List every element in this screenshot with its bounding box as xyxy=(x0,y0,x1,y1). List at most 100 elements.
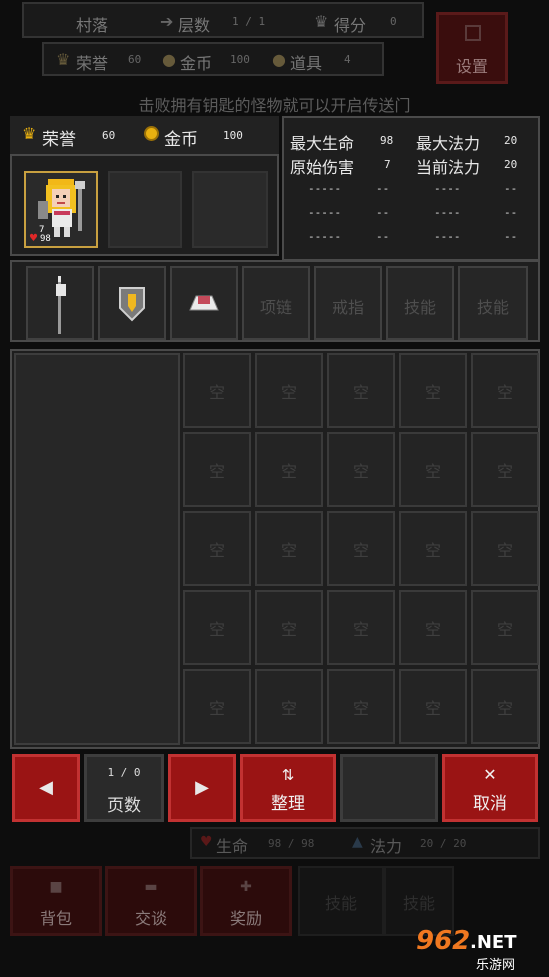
max-hp-label: 最大生命 xyxy=(290,134,355,153)
inventory-slot[interactable]: 空 xyxy=(255,511,323,586)
sort-button[interactable]: ⇅ 整理 xyxy=(240,754,336,822)
bottom-mp-value: 20 / 20 xyxy=(420,837,467,850)
necklace-slot[interactable]: 项链 xyxy=(242,266,310,340)
inventory-slot[interactable]: 空 xyxy=(255,590,323,665)
inventory-slot[interactable]: 空 xyxy=(183,669,251,744)
talk-label: 交谈 xyxy=(134,909,167,928)
watermark-logo: 962 .NET 乐游网 xyxy=(416,926,544,973)
empty-stat-5: ----- xyxy=(308,230,342,243)
inventory-slot[interactable]: 空 xyxy=(255,353,323,428)
cur-mp-label: 当前法力 xyxy=(416,158,481,177)
dim-skill-a[interactable]: 技能 xyxy=(298,866,384,936)
inventory-slot[interactable]: 空 xyxy=(471,353,539,428)
inventory-slot[interactable]: 空 xyxy=(399,590,467,665)
shield-slot[interactable] xyxy=(98,266,166,340)
empty-stat-6: ---- xyxy=(434,230,461,243)
skill1-label: 技能 xyxy=(403,298,436,317)
empty-stat-1: ----- xyxy=(308,182,342,195)
score-value: 0 xyxy=(390,15,397,28)
inventory-slot[interactable]: 空 xyxy=(183,511,251,586)
inventory-slot-label: 空 xyxy=(424,382,441,402)
necklace-label: 项链 xyxy=(259,298,292,317)
inventory-slot-label: 空 xyxy=(496,382,513,402)
heart-icon: ♥ xyxy=(29,233,38,244)
skill-slot-1[interactable]: 技能 xyxy=(386,266,454,340)
hero-honor-value: 60 xyxy=(102,129,116,142)
inventory-slot[interactable]: 空 xyxy=(471,432,539,507)
inventory-slot[interactable]: 空 xyxy=(255,669,323,744)
ring-slot[interactable]: 戒指 xyxy=(314,266,382,340)
armor-slot[interactable] xyxy=(170,266,238,340)
inventory-slot[interactable]: 空 xyxy=(471,511,539,586)
inventory-slot[interactable]: 空 xyxy=(399,432,467,507)
next-page-button[interactable]: ▶ xyxy=(168,754,236,822)
empty-stat-2: ---- xyxy=(434,182,461,195)
weapon-slot[interactable] xyxy=(26,266,94,340)
hero-gold-value: 100 xyxy=(223,129,243,142)
inventory-slot-label: 空 xyxy=(496,461,513,481)
inventory-slot[interactable]: 空 xyxy=(327,590,395,665)
floor-label: 层数 xyxy=(178,16,211,35)
crown-icon: ♛ xyxy=(56,50,71,69)
inventory-grid: 空空空空空空空空空空空空空空空空空空空空空空空空空 xyxy=(183,353,539,745)
max-mp-value: 20 xyxy=(504,134,518,147)
hint-text: 击败拥有钥匙的怪物就可以开启传送门 xyxy=(138,96,411,115)
bag-icon: ■ xyxy=(49,879,63,895)
cur-mp-value: 20 xyxy=(504,158,518,171)
bag-button[interactable]: ■ 背包 xyxy=(10,866,102,936)
settings-button[interactable]: 设置 xyxy=(436,12,508,84)
bottom-hp-label: 生命 xyxy=(216,837,249,856)
prev-arrow-icon: ◀ xyxy=(39,777,53,798)
base-dmg-value: 7 xyxy=(384,158,391,171)
heart-icon: ♥ xyxy=(200,834,213,850)
cancel-button[interactable]: ✕ 取消 xyxy=(442,754,538,822)
inventory-slot-label: 空 xyxy=(424,540,441,560)
reward-button[interactable]: ✚ 奖励 xyxy=(200,866,292,936)
inventory-slot-label: 空 xyxy=(352,619,369,639)
inventory-slot[interactable]: 空 xyxy=(399,511,467,586)
inventory-slot[interactable]: 空 xyxy=(183,353,251,428)
items-value: 4 xyxy=(344,53,351,66)
honor-value: 60 xyxy=(128,53,142,66)
skill-slot-2[interactable]: 技能 xyxy=(458,266,528,340)
inventory-slot[interactable]: 空 xyxy=(471,669,539,744)
gold-value: 100 xyxy=(230,53,250,66)
inventory-slot[interactable]: 空 xyxy=(399,669,467,744)
inventory-slot-label: 空 xyxy=(280,461,297,481)
inventory-slot[interactable]: 空 xyxy=(471,590,539,665)
inventory-slot[interactable]: 空 xyxy=(327,432,395,507)
shield-icon xyxy=(119,287,145,322)
empty-stat-2v: -- xyxy=(504,182,518,195)
hero-portrait-slot[interactable]: 7 ♥ 98 xyxy=(24,171,98,248)
inventory-slot[interactable]: 空 xyxy=(399,353,467,428)
empty-stat-5v: -- xyxy=(376,230,390,243)
prev-page-button[interactable]: ◀ xyxy=(12,754,80,822)
equipment-panel: 项链 戒指 技能 技能 xyxy=(10,260,540,342)
watermark-net: .NET xyxy=(470,932,517,953)
skill2-label: 技能 xyxy=(476,298,509,317)
trophy-icon: ♛ xyxy=(314,12,329,31)
halberd-icon xyxy=(56,276,66,334)
inventory-slot-label: 空 xyxy=(424,619,441,639)
inventory-slot[interactable]: 空 xyxy=(183,590,251,665)
bag-icon: ● xyxy=(272,50,286,69)
inventory-slot[interactable]: 空 xyxy=(327,353,395,428)
sort-label: 整理 xyxy=(271,794,305,814)
inventory-slot[interactable]: 空 xyxy=(327,669,395,744)
bottom-mp-label: 法力 xyxy=(370,837,403,856)
inventory-slot[interactable]: 空 xyxy=(183,432,251,507)
empty-action-slot xyxy=(340,754,438,822)
settings-label: 设置 xyxy=(455,57,488,76)
inventory-slot-label: 空 xyxy=(352,461,369,481)
talk-button[interactable]: ▬ 交谈 xyxy=(105,866,197,936)
plus-icon: ✚ xyxy=(240,879,252,895)
settings-icon xyxy=(465,25,481,41)
crown-icon: ♛ xyxy=(22,124,37,143)
inventory-slot-label: 空 xyxy=(280,698,297,718)
companion-slot-2[interactable] xyxy=(192,171,268,248)
inventory-slot[interactable]: 空 xyxy=(255,432,323,507)
empty-stat-4v: -- xyxy=(504,206,518,219)
inventory-slot-label: 空 xyxy=(208,382,225,402)
inventory-slot[interactable]: 空 xyxy=(327,511,395,586)
companion-slot-1[interactable] xyxy=(108,171,182,248)
